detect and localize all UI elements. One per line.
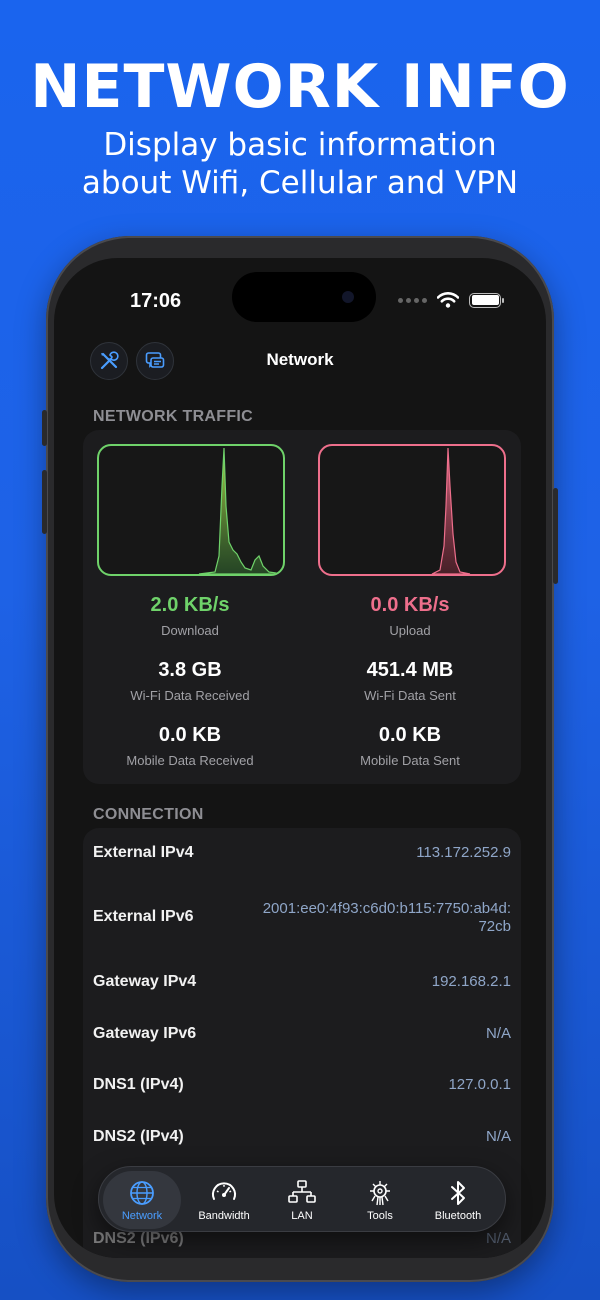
- tab-label: LAN: [291, 1210, 313, 1222]
- download-chart: [198, 447, 283, 574]
- battery-icon: [469, 292, 504, 308]
- phone-screen: 17:06 Network NETWORK TRAFFIC 2.0 KB/s D…: [54, 258, 546, 1258]
- upload-chart: [431, 447, 471, 574]
- tab-bandwidth[interactable]: Bandwidth: [185, 1167, 263, 1233]
- tab-bluetooth[interactable]: Bluetooth: [419, 1167, 497, 1233]
- upload-stat: 0.0 KB/s Upload: [305, 594, 515, 638]
- tab-network[interactable]: Network: [103, 1171, 181, 1229]
- download-stat: 2.0 KB/s Download: [85, 594, 295, 638]
- bluetooth-icon: [451, 1181, 465, 1205]
- upload-graph: [318, 444, 506, 576]
- row-label: DNS2 (IPv6): [93, 1230, 184, 1247]
- phone-button: [553, 488, 558, 584]
- tab-lan[interactable]: LAN: [263, 1167, 341, 1233]
- tab-label: Network: [121, 1210, 163, 1222]
- mobile-sent-value: 0.0 KB: [378, 724, 442, 746]
- row-label: External IPv6: [93, 908, 194, 925]
- row-value: 192.168.2.1: [431, 973, 511, 990]
- row-value: 127.0.0.1: [448, 1076, 511, 1093]
- tab-bar: Network Bandwidth LAN Tools Bluetooth: [98, 1166, 506, 1232]
- upload-speed: 0.0 KB/s: [370, 594, 450, 616]
- mobile-received-stat: 0.0 KB Mobile Data Received: [85, 724, 295, 768]
- wifi-sent-stat: 451.4 MB Wi-Fi Data Sent: [305, 659, 515, 703]
- status-time: 17:06: [130, 290, 182, 312]
- download-speed: 2.0 KB/s: [150, 594, 230, 616]
- tab-label: Bluetooth: [434, 1210, 482, 1222]
- promo-subtitle: Display basic information about Wifi, Ce…: [0, 126, 600, 202]
- wifi-sent-label: Wi-Fi Data Sent: [364, 688, 456, 703]
- mobile-sent-stat: 0.0 KB Mobile Data Sent: [305, 724, 515, 768]
- dynamic-island: [232, 272, 376, 322]
- mobile-sent-label: Mobile Data Sent: [360, 753, 460, 768]
- promo-subtitle-line1: Display basic information: [103, 127, 497, 163]
- page-title: Network: [266, 350, 334, 369]
- download-label: Download: [161, 623, 219, 638]
- row-label: DNS2 (IPv4): [93, 1128, 184, 1145]
- speedometer-icon: [212, 1182, 236, 1200]
- row-label: Gateway IPv6: [93, 1025, 197, 1042]
- promo-title: NETWORK INFO: [30, 52, 570, 122]
- mobile-received-label: Mobile Data Received: [126, 753, 254, 768]
- row-label: Gateway IPv4: [93, 973, 197, 990]
- signal-dots-icon: [398, 297, 427, 303]
- wifi-sent-value: 451.4 MB: [366, 659, 454, 681]
- row-value: 113.172.252.9: [416, 844, 511, 861]
- row-value: N/A: [485, 1128, 511, 1145]
- row-value: 2001:ee0:4f93:c6d0:b115:7750:ab4d: 72cb: [263, 900, 511, 936]
- lan-icon: [288, 1180, 316, 1203]
- mobile-received-value: 0.0 KB: [158, 724, 222, 746]
- wifi-icon: [437, 292, 459, 308]
- wifi-received-value: 3.8 GB: [158, 659, 222, 681]
- section-header-connection: CONNECTION: [93, 806, 204, 823]
- row-label: External IPv4: [93, 844, 194, 861]
- wifi-received-stat: 3.8 GB Wi-Fi Data Received: [85, 659, 295, 703]
- row-value-line2: 72cb: [478, 918, 511, 935]
- row-value-line1: 2001:ee0:4f93:c6d0:b115:7750:ab4d:: [262, 900, 511, 917]
- chip-icon: [370, 1181, 390, 1206]
- wifi-received-label: Wi-Fi Data Received: [130, 688, 250, 703]
- download-graph: [97, 444, 285, 576]
- row-value: N/A: [485, 1025, 511, 1042]
- phone-button: [42, 470, 47, 534]
- promo-subtitle-line2: about Wifi, Cellular and VPN: [81, 165, 519, 201]
- traffic-card: 2.0 KB/s Download 0.0 KB/s Upload 3.8 GB…: [83, 430, 521, 784]
- tab-label: Bandwidth: [198, 1210, 250, 1222]
- globe-icon: [130, 1181, 154, 1205]
- section-header-traffic: NETWORK TRAFFIC: [93, 408, 254, 425]
- phone-button: [42, 410, 47, 446]
- row-label: DNS1 (IPv4): [93, 1076, 184, 1093]
- tab-tools[interactable]: Tools: [341, 1167, 419, 1233]
- upload-label: Upload: [389, 623, 431, 638]
- status-icons: [398, 292, 504, 308]
- tab-label: Tools: [367, 1210, 393, 1222]
